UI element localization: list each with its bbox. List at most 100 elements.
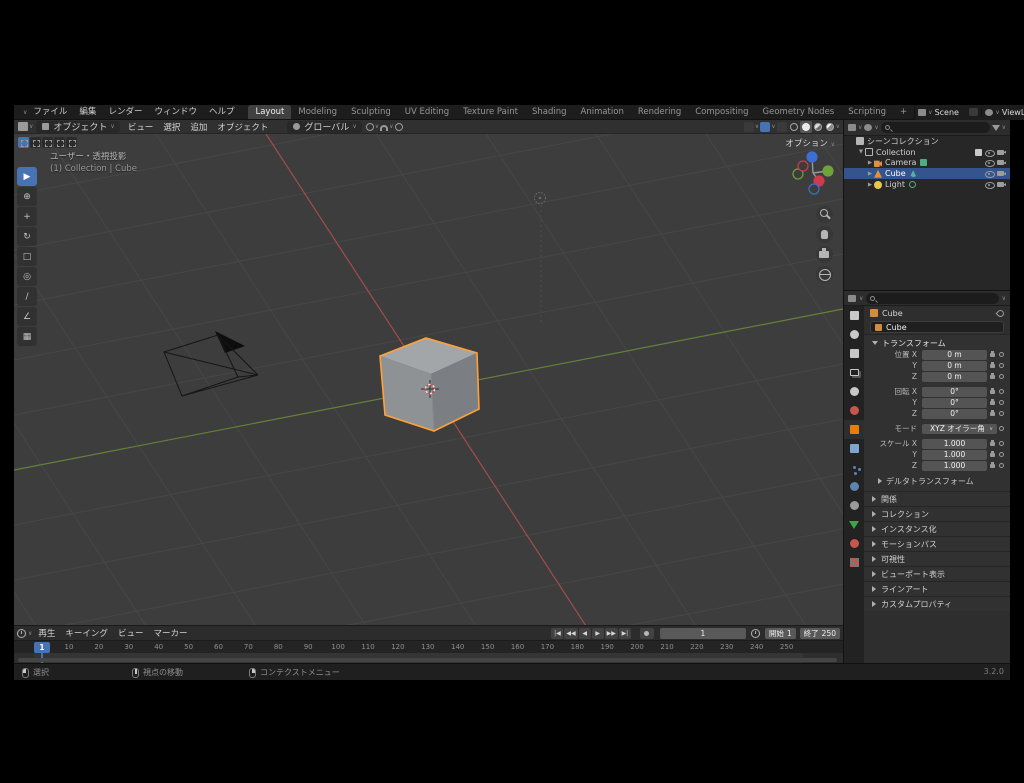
lock-icon[interactable] xyxy=(987,464,997,468)
lock-icon[interactable] xyxy=(987,453,997,457)
lock-icon[interactable] xyxy=(987,364,997,368)
animate-dot-icon[interactable] xyxy=(997,452,1006,457)
menubar-item[interactable]: ヘルプ xyxy=(203,105,241,120)
jump-end-button[interactable]: ▶| xyxy=(619,628,631,639)
workspace-tab[interactable]: Scripting xyxy=(841,105,893,119)
timeline-scrollbar[interactable] xyxy=(18,658,837,662)
disable-render-icon[interactable] xyxy=(997,149,1006,156)
pan-button[interactable] xyxy=(816,226,833,243)
properties-section-header[interactable]: 可視性 xyxy=(864,551,1010,566)
properties-search-input[interactable] xyxy=(866,293,998,304)
viewport-menu-item[interactable]: ビュー xyxy=(123,121,159,133)
menubar-item[interactable]: ファイル xyxy=(27,105,73,120)
animate-dot-icon[interactable] xyxy=(997,400,1006,405)
value-field[interactable]: 0° xyxy=(922,409,987,419)
select-box-tool-button[interactable]: ▶ xyxy=(17,167,37,186)
lock-icon[interactable] xyxy=(987,353,997,357)
value-field[interactable]: 0° xyxy=(922,387,987,397)
display-mode-icon[interactable] xyxy=(848,124,856,131)
value-field[interactable]: 0° xyxy=(922,398,987,408)
viewport-menu-item[interactable]: 選択 xyxy=(158,121,185,133)
add-workspace-button[interactable]: + xyxy=(893,105,914,119)
workspace-tab[interactable]: Sculpting xyxy=(344,105,398,119)
properties-tab-render[interactable] xyxy=(844,325,864,344)
hide-eye-icon[interactable] xyxy=(985,149,994,156)
transform-orientation-dropdown[interactable]: グローバル ∨ xyxy=(287,121,361,133)
disable-render-icon[interactable] xyxy=(997,159,1006,166)
expand-arrow-icon[interactable]: ▶ xyxy=(866,182,874,188)
cursor-tool-button[interactable]: ⊕ xyxy=(17,187,37,206)
show-gizmo-toggle[interactable] xyxy=(744,122,754,132)
gizmo-z-neg-axis[interactable] xyxy=(809,184,819,194)
value-field[interactable]: 0 m xyxy=(922,372,987,382)
outliner-row[interactable]: シーンコレクション xyxy=(844,136,1010,147)
move-tool-button[interactable]: + xyxy=(17,207,37,226)
proportional-editing-icon[interactable] xyxy=(395,123,403,131)
pivot-point-icon[interactable] xyxy=(366,123,374,131)
scene-selector[interactable]: ∨ Scene xyxy=(915,108,981,117)
lock-icon[interactable] xyxy=(987,401,997,405)
properties-tab-modifiers[interactable] xyxy=(844,439,864,458)
properties-section-header[interactable]: 関係 xyxy=(864,491,1010,506)
animate-dot-icon[interactable] xyxy=(997,374,1006,379)
properties-section-header[interactable]: カスタムプロパティ xyxy=(864,596,1010,611)
add-cube-tool-button[interactable]: ▦ xyxy=(17,327,37,346)
next-keyframe-button[interactable]: ▶▶ xyxy=(605,628,618,639)
transform-tool-button[interactable]: ◎ xyxy=(17,267,37,286)
new-scene-button[interactable] xyxy=(969,108,978,116)
lock-icon[interactable] xyxy=(987,390,997,394)
hide-eye-icon[interactable] xyxy=(985,159,994,166)
properties-tab-tool[interactable] xyxy=(844,306,864,325)
lock-icon[interactable] xyxy=(987,442,997,446)
properties-section-header[interactable]: コレクション xyxy=(864,506,1010,521)
properties-tab-scene[interactable] xyxy=(844,382,864,401)
preview-range-clock-icon[interactable] xyxy=(751,629,760,638)
viewport-canvas[interactable]: オプション ∨ ユーザー・透視投影 (1) Collection | Cube … xyxy=(14,134,843,625)
properties-tab-texture[interactable] xyxy=(844,553,864,572)
properties-tab-constraints[interactable] xyxy=(844,496,864,515)
shading-material-button[interactable] xyxy=(812,121,824,133)
rotate-tool-button[interactable]: ↻ xyxy=(17,227,37,246)
zoom-button[interactable] xyxy=(816,206,833,223)
outliner-row[interactable]: ▼Collection xyxy=(844,147,1010,158)
timeline-menu-item[interactable]: 再生 xyxy=(33,627,60,639)
disable-render-icon[interactable] xyxy=(997,181,1006,188)
delta-transform-subpanel[interactable]: デルタトランスフォーム xyxy=(864,475,1010,487)
animate-dot-icon[interactable] xyxy=(997,463,1006,468)
timeline-menu-item[interactable]: ビュー xyxy=(113,627,149,639)
workspace-tab[interactable]: Animation xyxy=(574,105,631,119)
value-field[interactable]: 1.000 xyxy=(922,461,987,471)
workspace-tab[interactable]: Modeling xyxy=(291,105,344,119)
properties-tab-world[interactable] xyxy=(844,401,864,420)
workspace-tab[interactable]: Layout xyxy=(248,105,291,119)
workspace-tab[interactable]: Texture Paint xyxy=(456,105,525,119)
measure-tool-button[interactable]: ∠ xyxy=(17,307,37,326)
properties-section-header[interactable]: インスタンス化 xyxy=(864,521,1010,536)
prev-keyframe-button[interactable]: ◀◀ xyxy=(564,628,577,639)
properties-tab-material[interactable] xyxy=(844,534,864,553)
navigation-gizmo[interactable] xyxy=(791,148,837,198)
editor-type-clock-icon[interactable] xyxy=(17,629,26,638)
workspace-tab[interactable]: UV Editing xyxy=(398,105,456,119)
value-field[interactable]: 1.000 xyxy=(922,450,987,460)
timeline-menu-item[interactable]: キーイング xyxy=(60,627,113,639)
auto-keying-button[interactable] xyxy=(640,628,654,639)
workspace-tab[interactable]: Shading xyxy=(525,105,574,119)
properties-tab-view-layer[interactable] xyxy=(844,363,864,382)
shading-wireframe-button[interactable] xyxy=(788,121,800,133)
select-mode-new-button[interactable] xyxy=(18,137,29,148)
animate-dot-icon[interactable] xyxy=(997,426,1006,431)
filter-id-icon[interactable] xyxy=(864,124,872,131)
expand-arrow-icon[interactable]: ▶ xyxy=(866,171,874,177)
shading-solid-button[interactable] xyxy=(800,121,812,133)
select-mode-subtract-button[interactable] xyxy=(42,137,53,148)
animate-dot-icon[interactable] xyxy=(997,363,1006,368)
frame-end-field[interactable]: 終了250 xyxy=(800,628,840,639)
properties-section-header[interactable]: ラインアート xyxy=(864,581,1010,596)
gizmo-y-axis[interactable] xyxy=(823,166,833,176)
properties-tab-output[interactable] xyxy=(844,344,864,363)
mode-dropdown[interactable]: オブジェクト ∨ xyxy=(36,121,119,133)
workspace-tab[interactable]: Rendering xyxy=(631,105,688,119)
workspace-tab[interactable]: Geometry Nodes xyxy=(756,105,842,119)
annotate-tool-button[interactable]: / xyxy=(17,287,37,306)
